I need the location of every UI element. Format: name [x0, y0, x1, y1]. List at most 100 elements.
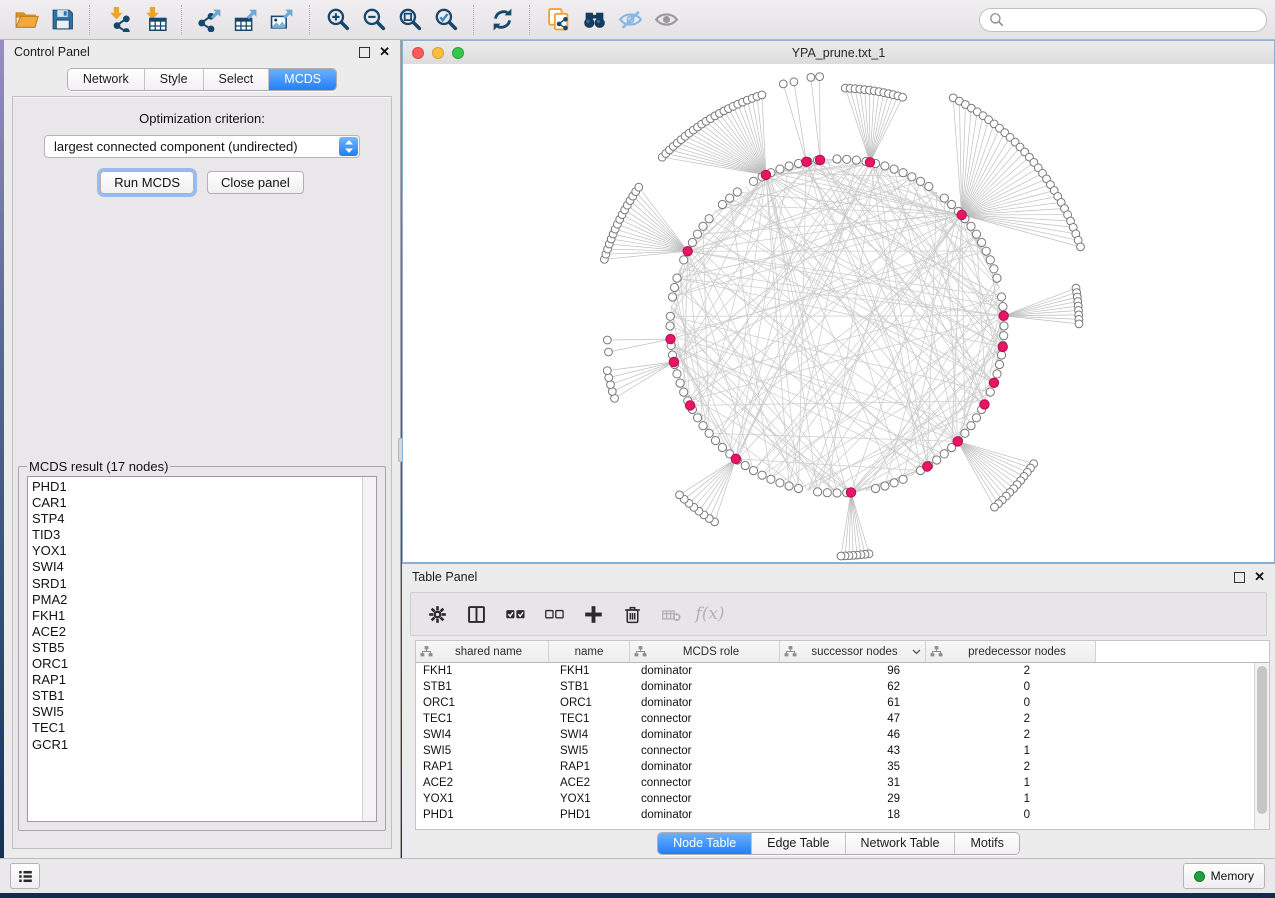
mcds-result-item[interactable]: CAR1 [32, 495, 376, 511]
cell: FKH1 [549, 665, 630, 677]
zoom-fit-icon[interactable] [392, 4, 428, 36]
deselect-all-icon[interactable] [542, 602, 566, 626]
import-network-icon[interactable] [100, 4, 136, 36]
mcds-result-item[interactable]: ORC1 [32, 656, 376, 672]
tab-edge-table[interactable]: Edge Table [752, 833, 845, 854]
table-row[interactable]: SWI4SWI4dominator462 [416, 727, 1269, 743]
memory-button[interactable]: Memory [1183, 863, 1265, 889]
cell: dominator [630, 697, 780, 709]
show-columns-icon[interactable] [464, 602, 488, 626]
window-minimize-icon[interactable] [432, 47, 444, 59]
mcds-result-item[interactable]: RAP1 [32, 672, 376, 688]
tab-network[interactable]: Network [68, 69, 145, 90]
cell: ACE2 [416, 777, 549, 789]
zoom-out-icon[interactable] [356, 4, 392, 36]
show-all-icon[interactable] [648, 4, 684, 36]
mcds-result-item[interactable]: SRD1 [32, 576, 376, 592]
hide-selected-icon[interactable] [612, 4, 648, 36]
table-scrollbar-thumb[interactable] [1257, 666, 1267, 814]
add-column-icon[interactable] [581, 602, 605, 626]
cell: FKH1 [416, 665, 549, 677]
table-options-icon[interactable] [425, 602, 449, 626]
window-zoom-icon[interactable] [452, 47, 464, 59]
zoom-selected-icon[interactable] [428, 4, 464, 36]
table-scrollbar[interactable] [1254, 663, 1269, 829]
column-header-MCDS-role[interactable]: MCDS role [630, 641, 780, 662]
function-builder-icon[interactable]: f(x) [698, 602, 722, 626]
zoom-in-icon[interactable] [320, 4, 356, 36]
export-network-icon[interactable] [192, 4, 228, 36]
cell: YOX1 [416, 793, 549, 805]
mcds-result-item[interactable]: STP4 [32, 511, 376, 527]
save-session-icon[interactable] [44, 4, 80, 36]
tab-mcds[interactable]: MCDS [269, 69, 336, 90]
column-header-name[interactable]: name [549, 641, 630, 662]
mcds-result-item[interactable]: TID3 [32, 527, 376, 543]
memory-status-icon [1194, 871, 1205, 882]
table-row[interactable]: YOX1YOX1connector291 [416, 791, 1269, 807]
mcds-list-scrollbar[interactable] [362, 477, 376, 821]
table-row[interactable]: PHD1PHD1dominator180 [416, 807, 1269, 823]
tab-select[interactable]: Select [204, 69, 270, 90]
control-panel-title: Control Panel [14, 45, 90, 59]
close-panel-button[interactable]: Close panel [207, 171, 304, 194]
float-panel-icon[interactable] [359, 47, 370, 58]
cell: 35 [780, 761, 926, 773]
tab-node-table[interactable]: Node Table [658, 833, 752, 854]
select-all-icon[interactable] [503, 602, 527, 626]
delete-table-icon[interactable] [659, 602, 683, 626]
import-table-icon[interactable] [136, 4, 172, 36]
export-table-icon[interactable] [228, 4, 264, 36]
float-table-panel-icon[interactable] [1234, 572, 1245, 583]
mcds-result-item[interactable]: YOX1 [32, 543, 376, 559]
cell: 2 [926, 761, 1096, 773]
column-header-shared-name[interactable]: shared name [416, 641, 549, 662]
table-row[interactable]: STB1STB1dominator620 [416, 679, 1269, 695]
column-header-predecessor-nodes[interactable]: predecessor nodes [926, 641, 1096, 662]
table-row[interactable]: TEC1TEC1connector472 [416, 711, 1269, 727]
clone-network-icon[interactable] [540, 4, 576, 36]
cell: dominator [630, 809, 780, 821]
mcds-result-item[interactable]: STB5 [32, 640, 376, 656]
network-canvas[interactable] [403, 64, 1274, 562]
control-panel-tabs: NetworkStyleSelectMCDS [4, 64, 400, 94]
table-row[interactable]: ACE2ACE2connector311 [416, 775, 1269, 791]
close-panel-icon[interactable]: ✕ [379, 47, 390, 57]
network-window-titlebar[interactable]: YPA_prune.txt_1 [403, 41, 1274, 65]
mcds-result-item[interactable]: ACE2 [32, 624, 376, 640]
first-neighbors-icon[interactable] [576, 4, 612, 36]
task-history-button[interactable] [10, 863, 40, 889]
toolbar-separator [309, 5, 311, 35]
search-input[interactable] [979, 8, 1267, 32]
table-row[interactable]: FKH1FKH1dominator962 [416, 663, 1269, 679]
run-mcds-button[interactable]: Run MCDS [100, 171, 194, 194]
table-row[interactable]: RAP1RAP1dominator352 [416, 759, 1269, 775]
delete-columns-icon[interactable] [620, 602, 644, 626]
mcds-result-item[interactable]: PHD1 [32, 479, 376, 495]
cell: SWI4 [549, 729, 630, 741]
column-header-successor-nodes[interactable]: successor nodes [780, 641, 926, 662]
cell: PHD1 [416, 809, 549, 821]
open-file-icon[interactable] [8, 4, 44, 36]
tab-network-table[interactable]: Network Table [846, 833, 956, 854]
close-table-panel-icon[interactable]: ✕ [1254, 572, 1265, 582]
export-image-icon[interactable] [264, 4, 300, 36]
mcds-result-item[interactable]: PMA2 [32, 592, 376, 608]
criterion-select[interactable]: largest connected component (undirected) [44, 135, 360, 158]
window-close-icon[interactable] [412, 47, 424, 59]
table-row[interactable]: SWI5SWI5connector431 [416, 743, 1269, 759]
mcds-result-item[interactable]: FKH1 [32, 608, 376, 624]
mcds-result-item[interactable]: TEC1 [32, 720, 376, 736]
tab-motifs[interactable]: Motifs [955, 833, 1018, 854]
mcds-result-item[interactable]: SWI5 [32, 704, 376, 720]
mcds-result-listbox[interactable]: PHD1CAR1STP4TID3YOX1SWI4SRD1PMA2FKH1ACE2… [27, 476, 377, 822]
mcds-result-item[interactable]: SWI4 [32, 559, 376, 575]
mcds-result-item[interactable]: STB1 [32, 688, 376, 704]
optimization-criterion-label: Optimization criterion: [13, 111, 391, 126]
mcds-panel: Optimization criterion: largest connecte… [12, 96, 392, 849]
refresh-network-icon[interactable] [484, 4, 520, 36]
mcds-result-item[interactable]: GCR1 [32, 737, 376, 753]
table-panel: Table Panel ✕ f(x) shared namenameMCDS r… [402, 563, 1275, 858]
tab-style[interactable]: Style [145, 69, 204, 90]
table-row[interactable]: ORC1ORC1dominator610 [416, 695, 1269, 711]
